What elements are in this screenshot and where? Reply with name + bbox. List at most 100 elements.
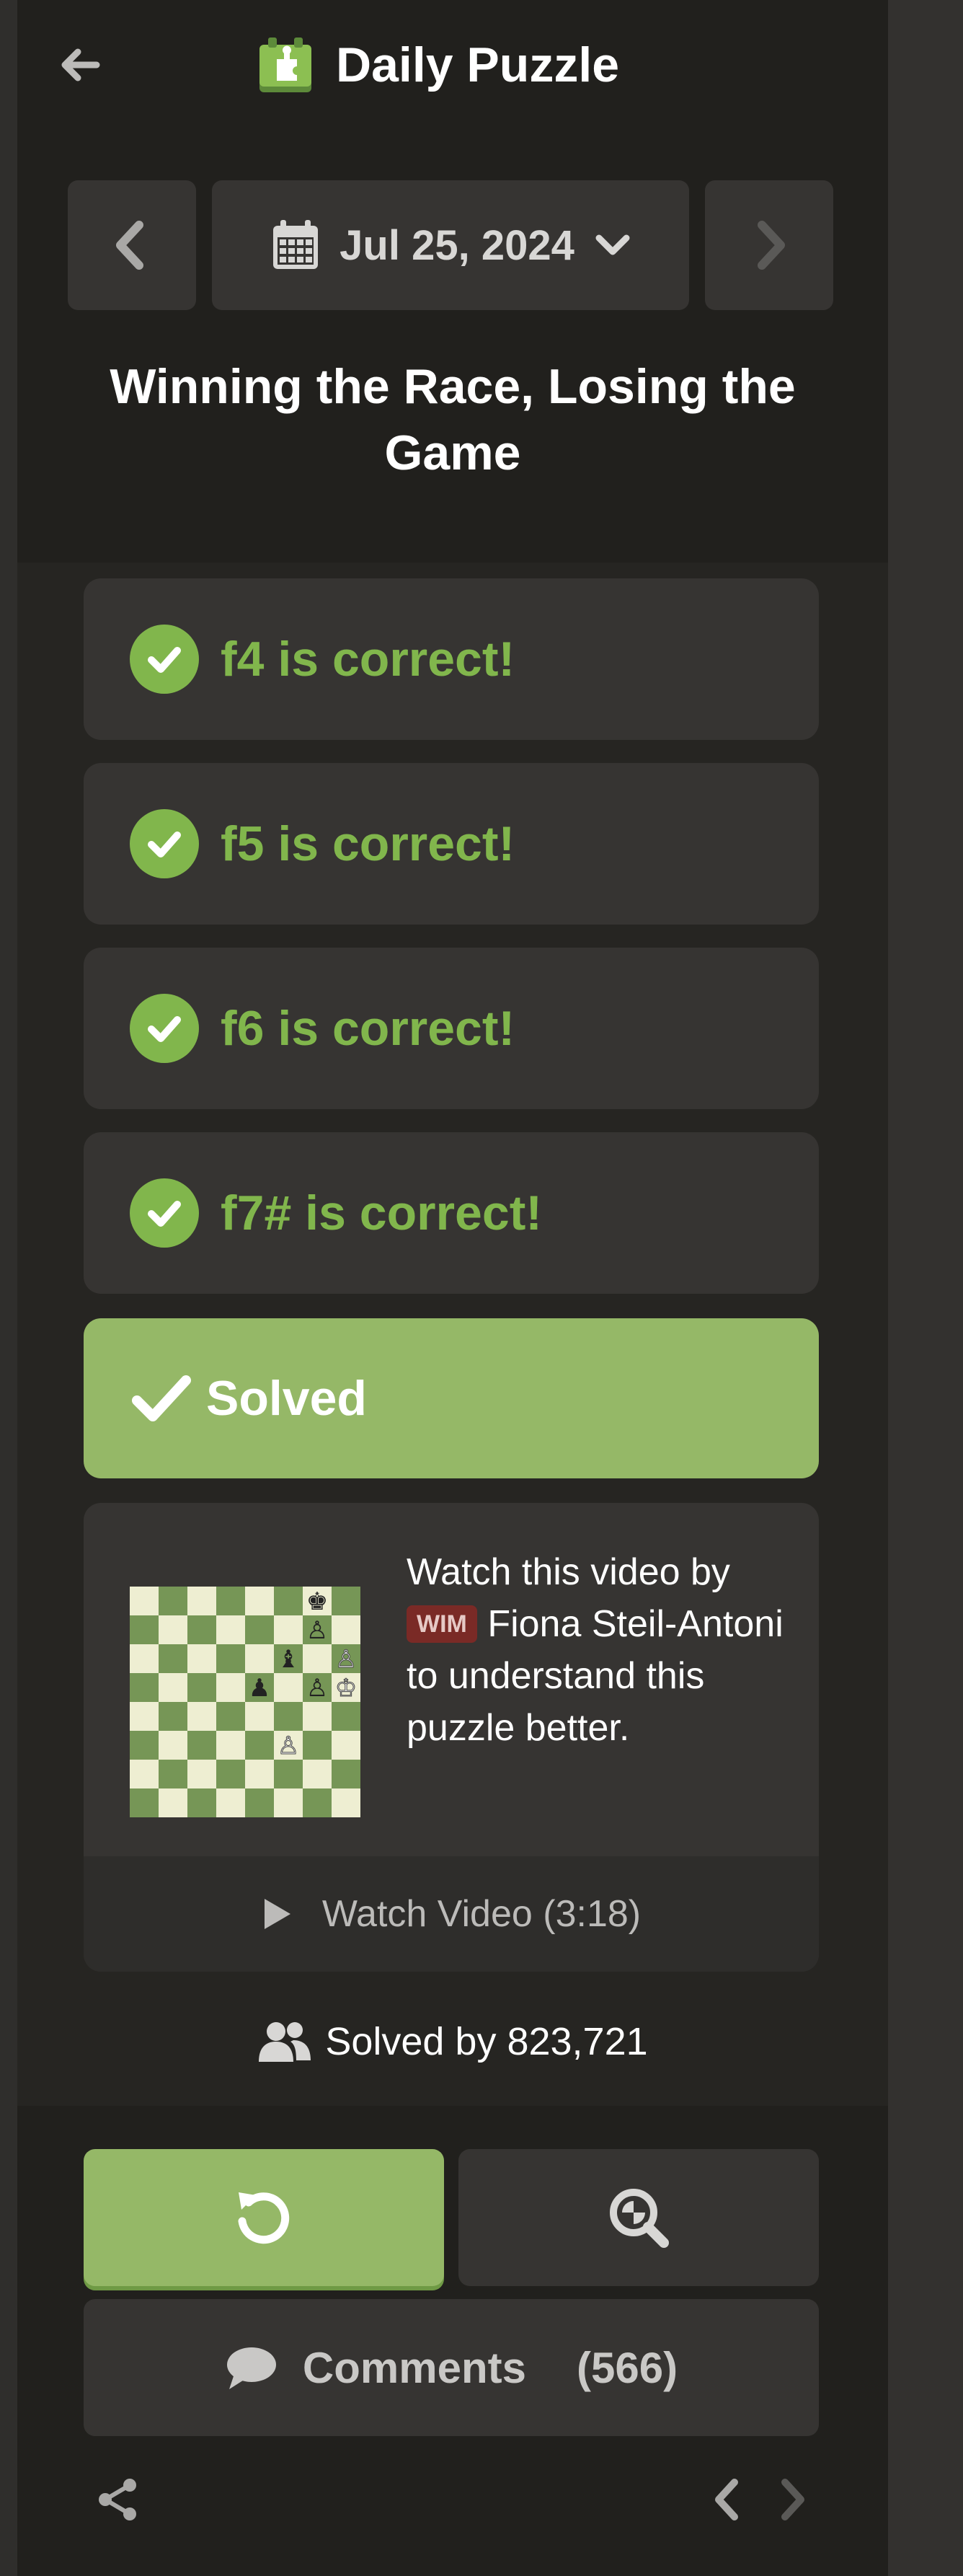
analysis-icon [610,2189,669,2248]
board-square [130,1587,159,1615]
board-square [159,1673,187,1702]
board-square [187,1673,216,1702]
svg-text:♙: ♙ [306,1616,328,1645]
board-square [303,1731,332,1760]
comment-icon [226,2347,276,2389]
chevron-down-icon [595,234,630,255]
board-square [130,1731,159,1760]
solved-by-text: Solved by 823,721 [325,2020,648,2063]
board-square [187,1587,216,1615]
board-square [332,1760,360,1788]
back-arrow-icon [61,48,100,81]
checkmark-icon [132,1375,191,1421]
solved-banner: Solved [84,1318,819,1478]
chevron-right-icon [758,221,785,270]
calendar-icon [273,220,319,269]
board-square [332,1788,360,1817]
board-square [130,1644,159,1673]
date-label: Jul 25, 2024 [340,221,574,269]
chevron-left-icon [715,2479,738,2520]
board-square [130,1702,159,1731]
svg-text:♝: ♝ [278,1645,299,1674]
retry-icon [238,2192,290,2244]
move-feedback-text: f6 is correct! [221,1001,515,1056]
solved-count: Solved by 823,721 [17,2009,888,2074]
svg-text:♙: ♙ [306,1674,328,1703]
board-square [130,1760,159,1788]
puzzle-title: Winning the Race, Losing the Game [110,359,796,480]
page-title: Daily Puzzle [336,38,620,92]
board-square [274,1702,303,1731]
board-square [187,1788,216,1817]
board-square [303,1760,332,1788]
board-square [130,1788,159,1817]
video-card: ♚ ♙ ♝ ♙ ♙ ♟ ♔ ♙ Watch this video by WIM … [84,1503,819,1972]
board-square [159,1760,187,1788]
board-square [130,1673,159,1702]
move-feedback-card: f4 is correct! [84,578,819,740]
puzzle-panel: Daily Puzzle Jul 25, 2024 Winning the Ra… [17,0,888,2576]
share-icon [99,2479,136,2520]
solved-label: Solved [206,1371,367,1426]
watch-video-button[interactable]: Watch Video (3:18) [84,1856,819,1972]
svg-text:♚: ♚ [306,1587,328,1616]
svg-text:♔: ♔ [335,1674,357,1703]
check-circle-icon [130,809,199,878]
board-square [332,1587,360,1615]
previous-day-button[interactable] [68,180,196,310]
check-circle-icon [130,625,199,694]
header: Daily Puzzle Jul 25, 2024 Winning the Ra… [17,0,888,563]
board-square [187,1615,216,1644]
board-square [245,1587,274,1615]
retry-button[interactable] [84,2149,444,2286]
board-square [303,1644,332,1673]
video-description: Watch this video by WIM Fiona Steil-Anto… [407,1551,784,1749]
puzzle-piece-icon [259,38,311,92]
board-square [216,1644,245,1673]
board-square [332,1731,360,1760]
board-square [274,1673,303,1702]
board-square [332,1702,360,1731]
board-square [159,1615,187,1644]
action-bar: Comments (566) [17,2106,888,2576]
comments-button[interactable]: Comments (566) [84,2299,819,2436]
chess-board-thumbnail[interactable]: ♚ ♙ ♝ ♙ ♙ ♟ ♔ ♙ [130,1587,360,1817]
back-button[interactable] [43,29,115,101]
watch-video-label: Watch Video (3:18) [321,1893,642,1935]
board-square [245,1760,274,1788]
board-square [216,1673,245,1702]
board-square [187,1702,216,1731]
board-square [159,1731,187,1760]
board-square [216,1702,245,1731]
board-square [216,1731,245,1760]
board-square [245,1644,274,1673]
move-feedback-text: f5 is correct! [221,816,515,871]
analysis-button[interactable] [458,2149,819,2286]
next-puzzle-button[interactable] [767,2471,817,2528]
move-feedback-text: f7# is correct! [221,1186,542,1240]
board-square [159,1644,187,1673]
board-square [274,1760,303,1788]
check-circle-icon [130,1178,199,1248]
chevron-right-icon [781,2479,804,2520]
board-square [216,1760,245,1788]
board-square [274,1788,303,1817]
chevron-left-icon [116,221,143,270]
board-square [274,1615,303,1644]
board-square [245,1788,274,1817]
users-icon [259,2022,311,2062]
side-strip [888,0,963,2576]
board-square [216,1615,245,1644]
board-square [159,1587,187,1615]
title-group: Daily Puzzle [255,29,619,101]
previous-puzzle-button[interactable] [702,2471,753,2528]
move-feedback-text: f4 is correct! [221,632,515,687]
date-picker[interactable]: Jul 25, 2024 [212,180,689,310]
author-name[interactable]: Fiona Steil-Antoni [487,1603,783,1645]
board-square [303,1788,332,1817]
board-square [187,1644,216,1673]
comments-count: (566) [576,2343,678,2392]
title-badge: WIM [407,1605,477,1643]
share-button[interactable] [89,2471,147,2528]
next-day-button[interactable] [705,180,833,310]
